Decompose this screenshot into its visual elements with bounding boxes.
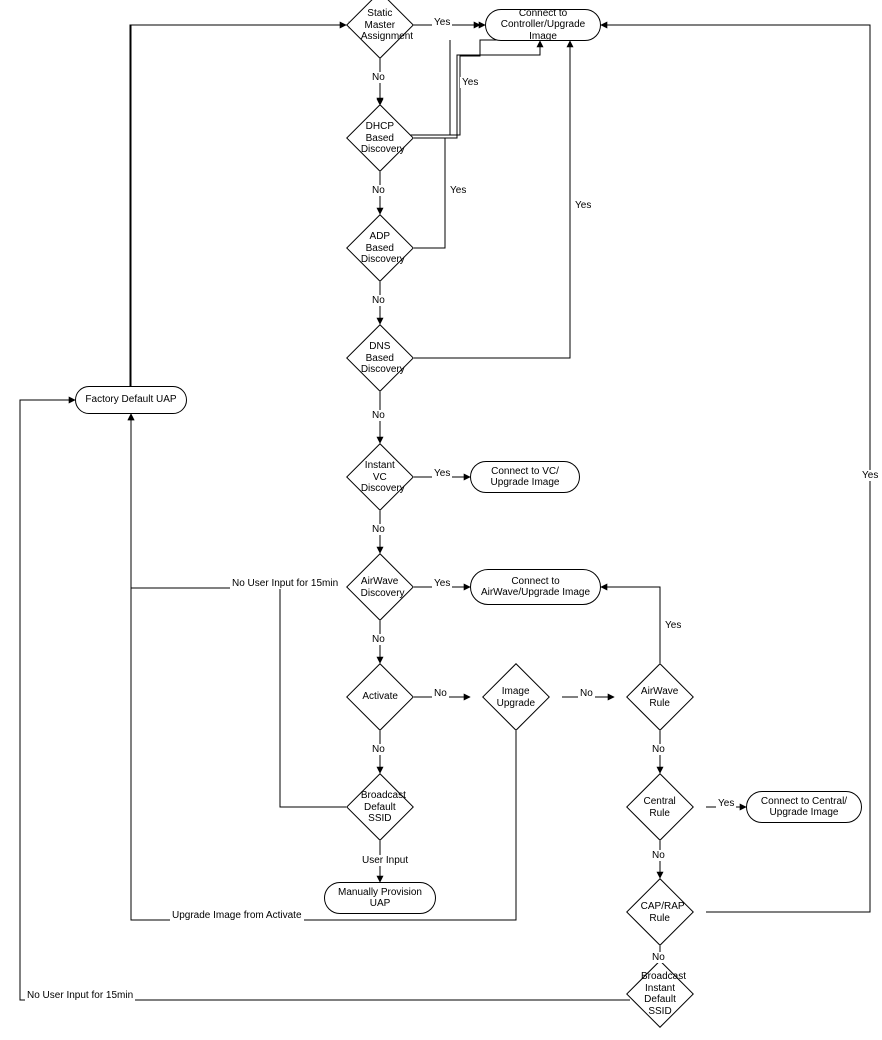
process-label: Manually Provision UAP [329,887,431,910]
edge-label-yes: Yes [573,200,593,211]
edge-label-yes: Yes [716,798,736,809]
edge-label-no: No [370,72,387,83]
process-manual-provision: Manually Provision UAP [324,882,436,914]
edge-label-no: No [650,952,667,963]
edge-label-no: No [650,850,667,861]
flowchart-canvas: Static Master Assignment Connect to Cont… [0,0,882,1024]
process-label: Connect to Central/ Upgrade Image [751,796,857,819]
process-connect-airwave: Connect to AirWave/Upgrade Image [470,569,601,605]
process-label: Connect to Controller/Upgrade Image [490,8,596,43]
edge-label-no: No [370,410,387,421]
decision-label: Broadcast Instant Default SSID [641,971,679,1017]
process-connect-vc: Connect to VC/ Upgrade Image [470,461,580,493]
decision-label: Instant VC Discovery [361,460,399,495]
process-connect-controller: Connect to Controller/Upgrade Image [485,9,601,41]
edge-label-no: No [432,688,449,699]
edge-label-no: No [370,524,387,535]
process-label: Connect to VC/ Upgrade Image [475,466,575,489]
decision-label: Activate [361,691,399,703]
edge-label-no-user-15: No User Input for 15min [25,990,135,1001]
decision-label: Static Master Assignment [361,8,399,43]
edge-label-no: No [578,688,595,699]
decision-label: ADP Based Discovery [361,231,399,266]
edge-label-no: No [370,185,387,196]
edge-label-yes: Yes [860,470,880,481]
decision-label: AirWave Rule [641,686,679,709]
edge-label-no: No [370,744,387,755]
decision-label: DNS Based Discovery [361,341,399,376]
decision-label: Central Rule [641,796,679,819]
edge-label-no: No [650,744,667,755]
process-connect-central: Connect to Central/ Upgrade Image [746,791,862,823]
edge-label-no: No [370,634,387,645]
decision-label: CAP/RAP Rule [641,901,679,924]
edge-label-upgrade-activate: Upgrade Image from Activate [170,910,304,921]
connectors [0,0,882,1024]
process-label: Connect to AirWave/Upgrade Image [475,576,596,599]
process-factory-default: Factory Default UAP [75,386,187,414]
edge-label-yes: Yes [448,185,468,196]
edge-label-yes: Yes [432,468,452,479]
edge-label-yes: Yes [432,17,452,28]
edge-label-user-input: User Input [360,855,410,866]
decision-label: DHCP Based Discovery [361,121,399,156]
edge-label-yes: Yes [663,620,683,631]
process-label: Factory Default UAP [85,394,176,406]
edge-label-yes: Yes [432,578,452,589]
decision-label: AirWave Discovery [361,576,399,599]
edge-label-no-user-15: No User Input for 15min [230,578,340,589]
decision-label: Image Upgrade [497,686,535,709]
edge-label-yes: Yes [460,77,480,88]
edge-label-no: No [370,295,387,306]
decision-label: Broadcast Default SSID [361,790,399,825]
